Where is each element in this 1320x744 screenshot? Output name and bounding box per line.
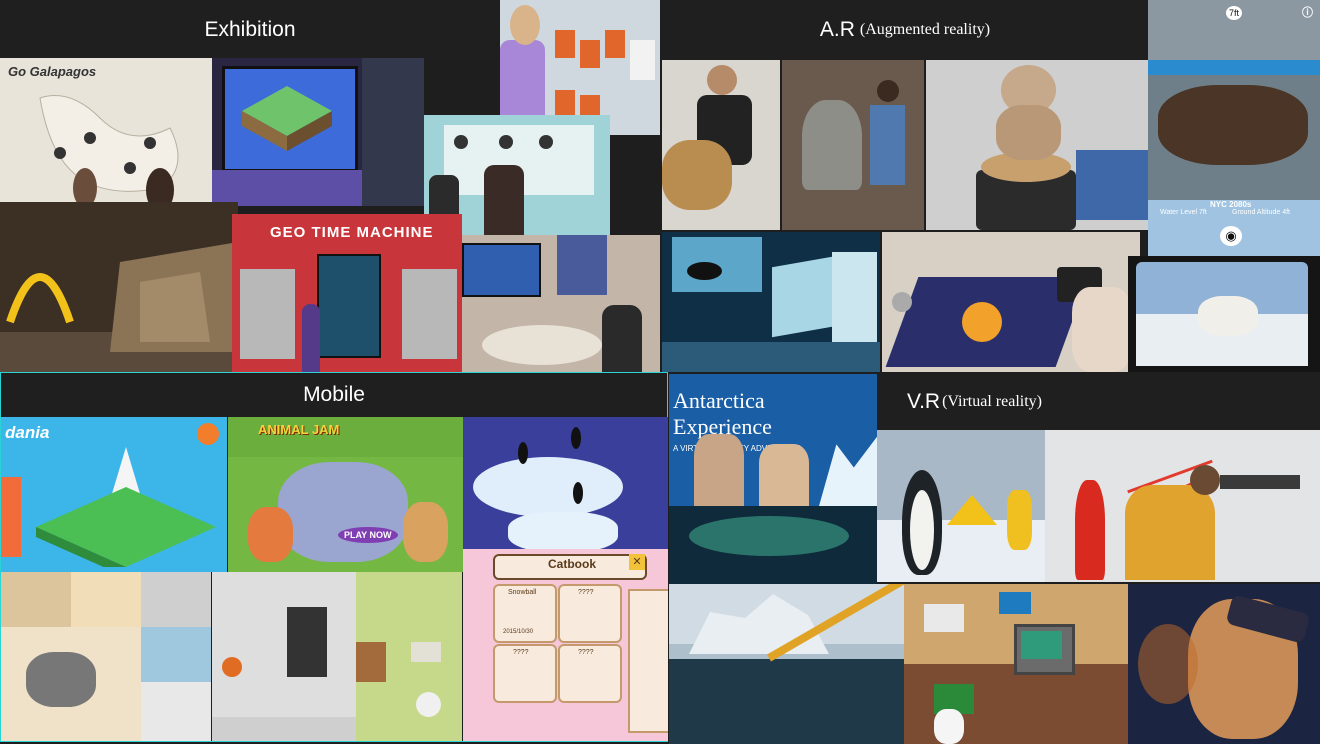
photo-mobile-cat-yard [356,572,462,741]
vr-title-main: V.R [907,390,941,413]
card-date: 2015/10/30 [503,629,534,635]
photo-mobile-lowpoly-cat [212,572,356,741]
photo-ar-leopard [662,60,780,230]
photo-ar-wolf [782,60,924,230]
photo-galapagos-map: Go Galapagos [0,58,212,203]
photo-ar-pug [926,60,1148,230]
photo-mobile-island: dania [1,417,227,572]
phone-top-label: 7ft [1226,6,1243,20]
app-name: dania [5,423,50,442]
island-map [36,447,216,567]
photo-vr-galaxy [1128,584,1320,744]
photo-mobile-animals [1,572,211,741]
close-icon[interactable]: ✕ [629,554,645,570]
vr-title-sub: (Virtual reality) [942,393,1042,410]
photo-geo-time-machine: GEO TIME MACHINE [232,214,462,372]
card-unknown-1: ???? [578,589,594,596]
camera-icon[interactable]: ◉ [1220,226,1242,246]
photo-mobile-catbook: Catbook ✕ Snowball 2015/10/30 ???? ???? … [463,549,668,741]
photo-mobile-animal-jam: ANIMAL JAM PLAY NOW [228,417,463,572]
photo-vr-kayak [669,584,904,744]
photo-touch-table [212,58,424,206]
exhibition-title-bar: Exhibition [0,0,500,60]
arch-illustration [0,242,238,372]
photo-vr-aurora [669,506,877,584]
card-unknown-3: ???? [578,649,594,656]
photo-ar-solar-mat [882,232,1140,372]
play-now-button[interactable]: PLAY NOW [338,527,398,543]
exhibition-title: Exhibition [204,18,296,41]
antarctica-line1: Antarctica [673,388,765,413]
geo-sign: GEO TIME MACHINE [270,224,434,241]
photo-vr-penguin [877,430,1045,582]
game-logo: ANIMAL JAM [258,422,340,437]
mobile-title-bar: Mobile [1,373,667,417]
photo-mobile-penguins [463,417,668,549]
ar-title-main: A.R [819,18,855,41]
ar-title-sub: (Augmented reality) [859,21,991,38]
card-name: Snowball [508,589,537,596]
catbook-title: Catbook [548,557,596,571]
ground-altitude: Ground Altitude 4ft [1232,209,1290,216]
photo-kids-screen [462,235,660,372]
map-heading: Go Galapagos [8,64,97,79]
map-illustration [39,95,179,203]
card-unknown-2: ???? [513,649,529,656]
photo-vr-antarctica: Antarctica Experience A VIRTUAL REALITY … [669,374,877,506]
photo-vr-office [904,584,1128,744]
mobile-title: Mobile [303,383,365,406]
info-icon[interactable]: ⓘ [1302,4,1313,20]
island-screen [242,86,332,151]
photo-cave-exhibit [0,202,238,372]
water-level: Water Level 7ft [1160,209,1207,216]
photo-ar-polar-phone [1128,256,1320,372]
photo-ar-bull-phone: 7ft ⓘ NYC 2080s Water Level 7ft Ground A… [1148,0,1320,258]
ar-title-bar: A.R (Augmented reality) [662,0,1148,60]
photo-vr-shooter [1045,430,1320,582]
nyc-title: NYC 2080s [1210,200,1252,209]
photo-ar-orca-room [662,232,880,372]
vr-title-bar: V.R (Virtual reality) [877,374,1320,430]
